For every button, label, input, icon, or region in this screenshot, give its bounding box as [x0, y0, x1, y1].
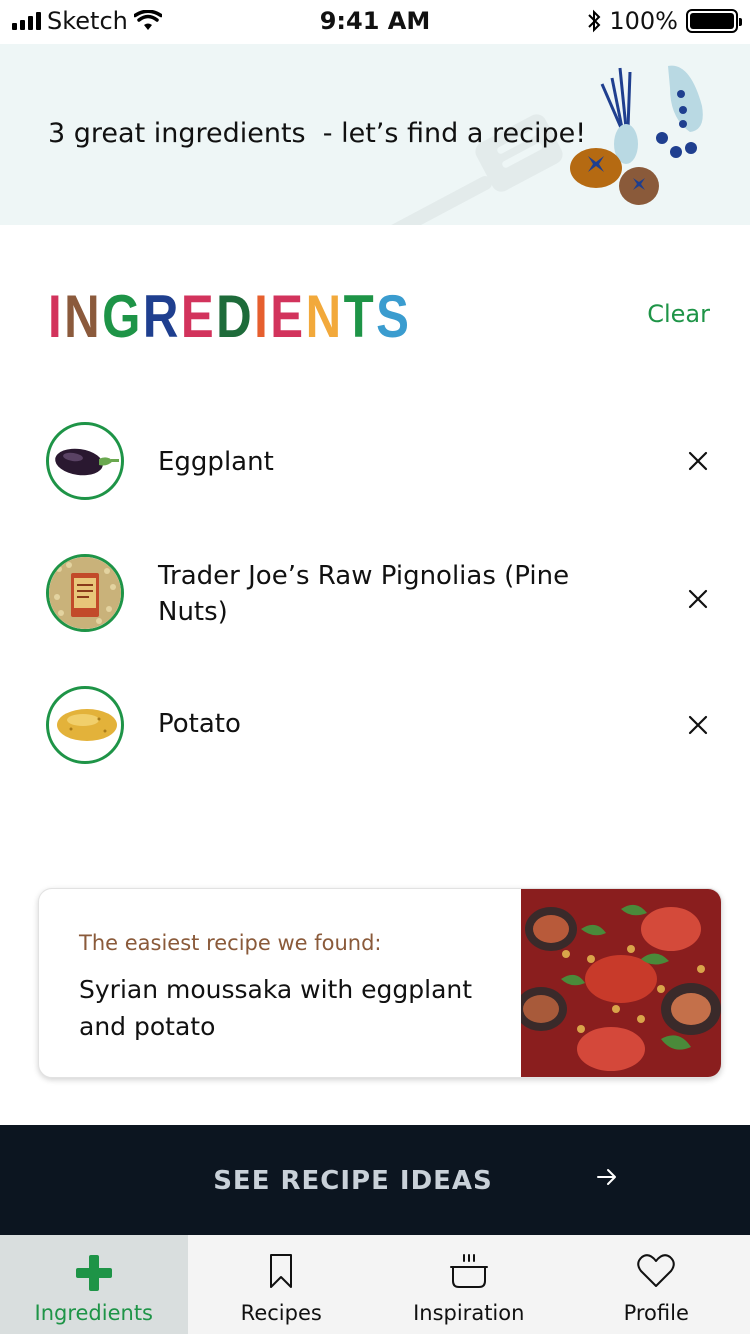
heart-icon — [637, 1254, 675, 1287]
tab-inspiration[interactable]: Inspiration — [375, 1235, 563, 1334]
heading-letter: E — [270, 283, 306, 350]
heading-letter: N — [64, 283, 103, 350]
ingredient-row-eggplant: Eggplant — [0, 422, 750, 500]
recipe-card[interactable]: The easiest recipe we found: Syrian mous… — [38, 888, 722, 1078]
moussaka-photo — [521, 889, 721, 1077]
tab-label: Ingredients — [34, 1301, 154, 1325]
ingredient-name: Eggplant — [158, 447, 274, 477]
ingredient-row-potato: Potato — [0, 686, 750, 764]
tab-ingredients[interactable]: Ingredients — [0, 1235, 188, 1334]
tab-label: Recipes — [240, 1301, 322, 1325]
clear-button[interactable]: Clear — [647, 300, 710, 328]
recipe-eyebrow: The easiest recipe we found: — [79, 931, 382, 955]
heading-letter: E — [180, 283, 217, 350]
heading-letter: D — [216, 283, 255, 350]
ingredients-heading: INGREDIENTS — [48, 282, 411, 351]
battery-icon — [686, 9, 742, 33]
pea-pod-icon — [656, 65, 703, 158]
tomato-icon — [570, 148, 659, 205]
ingredient-name: Trader Joe’s Raw Pignolias (Pine Nuts) — [158, 561, 570, 627]
heading-letter: I — [48, 283, 65, 350]
pine-nuts-package-image — [46, 554, 124, 632]
tab-profile[interactable]: Profile — [563, 1235, 750, 1334]
remove-icon[interactable] — [684, 588, 712, 616]
tab-label: Profile — [623, 1301, 689, 1325]
heading-letter: N — [305, 283, 344, 350]
heading-letter: I — [254, 283, 271, 350]
bluetooth-icon — [588, 9, 601, 33]
arrow-right-icon — [597, 1169, 616, 1185]
bookmark-icon — [270, 1254, 293, 1288]
heading-letter: R — [142, 283, 181, 350]
potato-image — [46, 686, 124, 764]
recipe-title: Syrian moussaka with eggplant and potato — [79, 975, 473, 1041]
ingredient-name: Potato — [158, 709, 241, 739]
eggplant-image — [46, 422, 124, 500]
ingredient-row-pine-nuts: Trader Joe’s Raw Pignolias (Pine Nuts) — [0, 554, 750, 632]
tab-recipes[interactable]: Recipes — [188, 1235, 376, 1334]
heading-letter: S — [376, 283, 412, 350]
tab-label: Inspiration — [413, 1301, 525, 1325]
tab-bar: Ingredients Recipes Inspiration Profile — [0, 1235, 750, 1334]
see-recipe-ideas-button[interactable]: SEE RECIPE IDEAS — [0, 1125, 750, 1235]
remove-icon[interactable] — [684, 450, 712, 478]
banner-message: 3 great ingredients - let’s find a recip… — [48, 118, 587, 149]
banner: 3 great ingredients - let’s find a recip… — [0, 44, 750, 225]
leek-icon — [600, 67, 638, 164]
heading-letter: T — [343, 283, 377, 350]
heading-letter: G — [102, 283, 143, 350]
battery-percent: 100% — [609, 7, 678, 35]
status-bar: Sketch 9:41 AM 100% — [0, 0, 750, 44]
remove-icon[interactable] — [684, 714, 712, 742]
status-right: 100% — [587, 7, 742, 35]
plus-icon — [75, 1255, 112, 1291]
pot-icon — [449, 1254, 488, 1288]
